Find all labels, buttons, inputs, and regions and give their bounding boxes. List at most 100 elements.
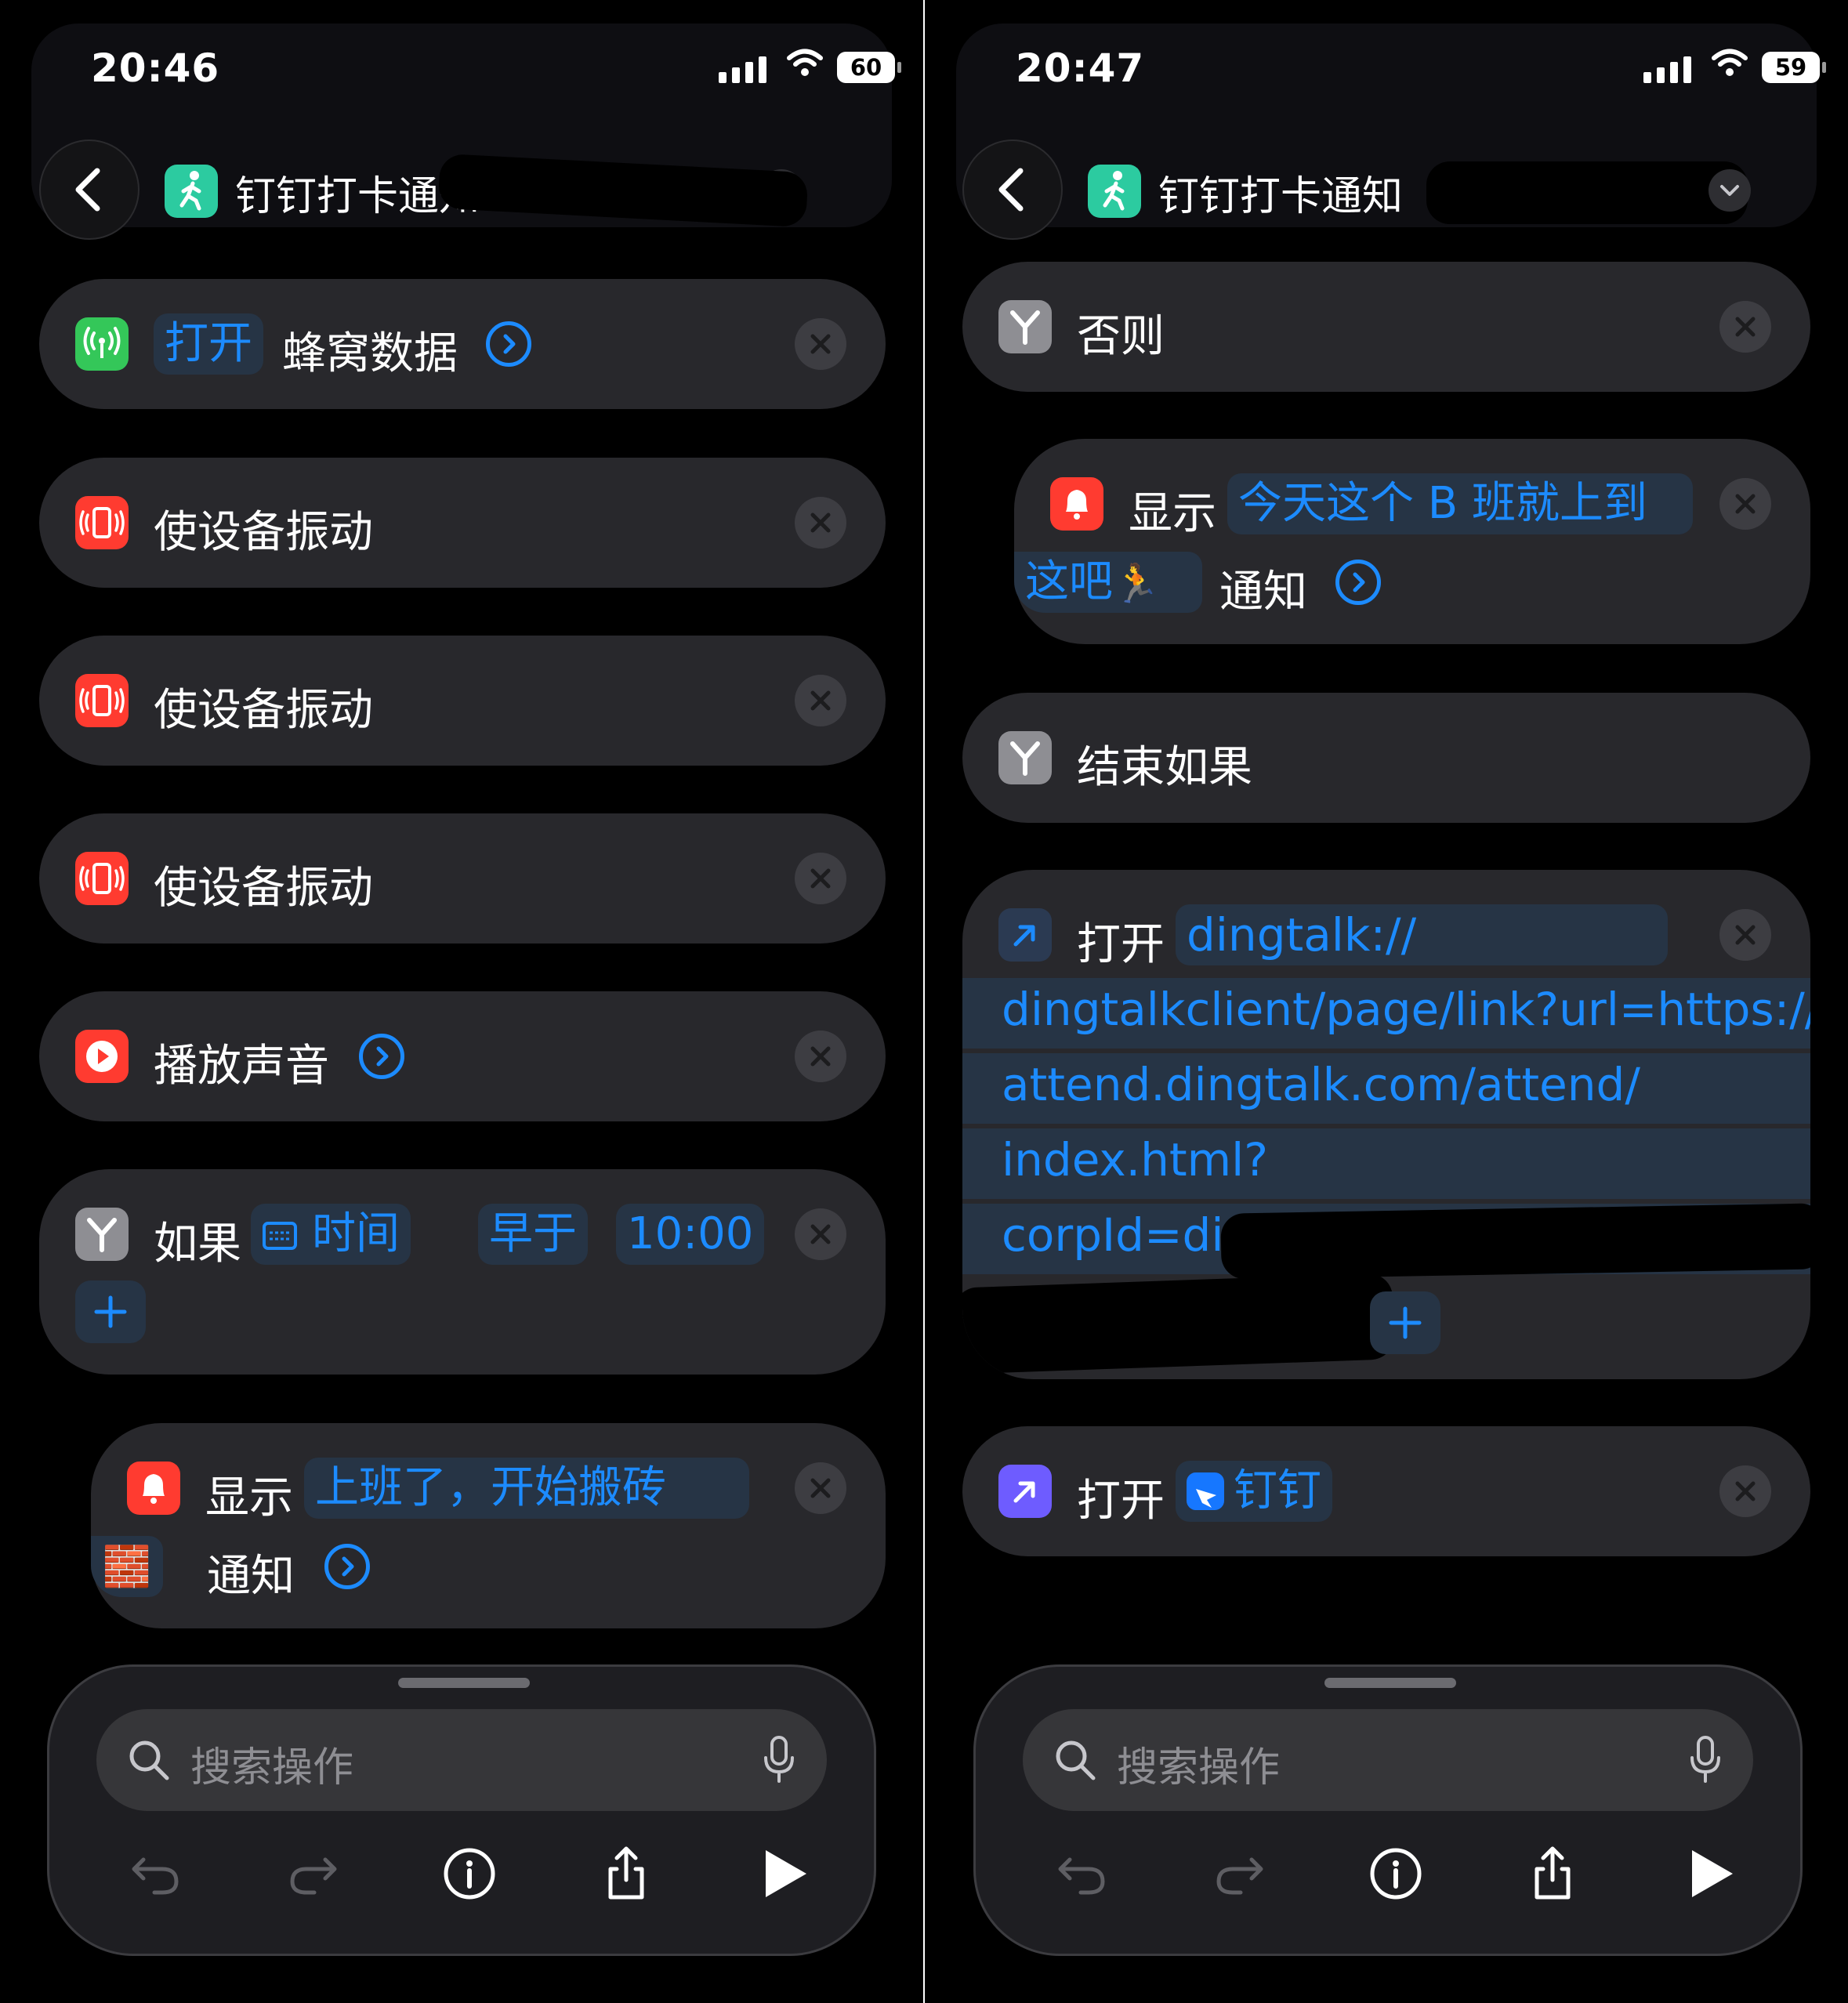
search-placeholder: 搜索操作 xyxy=(1117,1744,1281,1791)
notification-suffix-label: 通知 xyxy=(1219,567,1307,618)
battery-indicator: 60 xyxy=(837,52,901,83)
left-screenshot: 20:46 60 钉钉打卡通知 打开 蜂窝数据 使设备振动 使设备振动 使设备振… xyxy=(0,0,923,2003)
close-x-icon[interactable] xyxy=(1719,301,1771,353)
close-x-icon[interactable] xyxy=(1719,478,1771,530)
action-card-vibrate[interactable]: 使设备振动 xyxy=(39,813,886,944)
action-card-open-app[interactable]: 打开 钉钉 xyxy=(962,1426,1810,1556)
action-card-show-notification[interactable]: 显示 今天这个 B 班就上到 这吧🏃 通知 xyxy=(1014,439,1810,644)
action-card-cellular[interactable]: 打开 蜂窝数据 xyxy=(39,279,886,409)
close-x-icon[interactable] xyxy=(795,853,846,904)
microphone-icon[interactable] xyxy=(759,1733,799,1787)
show-label: 显示 xyxy=(205,1472,293,1523)
vibrate-phone-icon xyxy=(75,674,129,727)
status-bar: 20:46 60 xyxy=(0,31,923,102)
shortcut-title[interactable]: 钉钉打卡通知 xyxy=(1158,163,1403,222)
microphone-icon[interactable] xyxy=(1686,1733,1725,1787)
cellular-signal-icon xyxy=(719,56,766,83)
close-x-icon[interactable] xyxy=(795,497,846,549)
notification-message-token-cont[interactable]: 这吧🏃 xyxy=(1014,552,1202,613)
value-token[interactable]: 10:00 xyxy=(616,1204,765,1265)
status-bar: 20:47 59 xyxy=(925,31,1848,102)
info-icon[interactable] xyxy=(438,1842,501,1905)
close-x-icon[interactable] xyxy=(795,675,846,726)
action-card-vibrate[interactable]: 使设备振动 xyxy=(39,636,886,766)
nav-bar: 钉钉打卡通知 xyxy=(0,139,923,241)
play-sound-label: 播放声音 xyxy=(154,1041,329,1092)
run-play-icon[interactable] xyxy=(1678,1842,1741,1905)
search-field[interactable]: 搜索操作 xyxy=(96,1709,827,1811)
share-icon[interactable] xyxy=(1521,1842,1584,1905)
play-icon xyxy=(75,1030,129,1083)
calendar-icon xyxy=(263,1222,297,1250)
circle-chevron-right-icon[interactable] xyxy=(486,321,531,367)
url-line: index.html? xyxy=(1002,1133,1269,1186)
undo-icon[interactable] xyxy=(1051,1842,1114,1905)
vibrate-label: 使设备振动 xyxy=(154,507,373,558)
walking-person-icon xyxy=(165,165,218,218)
walking-person-icon xyxy=(1088,165,1141,218)
close-x-icon[interactable] xyxy=(795,318,846,370)
plus-icon[interactable] xyxy=(1370,1291,1440,1354)
time-variable-label: 时间 xyxy=(312,1208,400,1259)
action-card-open-url[interactable]: 打开 dingtalk:// dingtalkclient/page/link?… xyxy=(962,870,1810,1379)
plus-icon[interactable] xyxy=(75,1280,146,1343)
chevron-down-icon[interactable] xyxy=(1708,169,1751,212)
time-variable-token[interactable]: 时间 xyxy=(251,1204,411,1265)
bell-icon xyxy=(127,1462,180,1515)
circle-chevron-right-icon[interactable] xyxy=(324,1544,370,1589)
redaction-scribble xyxy=(962,1273,1395,1375)
action-card-play-sound[interactable]: 播放声音 xyxy=(39,991,886,1121)
search-icon xyxy=(129,1740,169,1780)
grabber-handle[interactable] xyxy=(398,1678,530,1688)
condition-token[interactable]: 早于 xyxy=(478,1204,588,1265)
notification-message-line2: 这吧 xyxy=(1025,556,1113,607)
info-icon[interactable] xyxy=(1364,1842,1427,1905)
nav-bar: 钉钉打卡通知 xyxy=(925,139,1848,241)
url-band[interactable]: attend.dingtalk.com/attend/ xyxy=(962,1053,1810,1124)
back-chevron-icon xyxy=(75,168,100,212)
back-button[interactable] xyxy=(962,139,1063,240)
grabber-handle[interactable] xyxy=(1324,1678,1456,1688)
circle-chevron-right-icon[interactable] xyxy=(359,1034,404,1079)
wifi-icon xyxy=(787,49,823,76)
notification-message-token[interactable]: 今天这个 B 班就上到 xyxy=(1227,473,1693,534)
url-band[interactable]: dingtalkclient/page/link?url=https:// xyxy=(962,978,1810,1049)
redaction-scribble xyxy=(1220,1203,1810,1280)
status-time: 20:47 xyxy=(1016,45,1145,91)
action-card-otherwise[interactable]: 否则 xyxy=(962,262,1810,392)
notification-suffix-label: 通知 xyxy=(207,1551,295,1602)
close-x-icon[interactable] xyxy=(1719,1465,1771,1517)
action-card-end-if[interactable]: 结束如果 xyxy=(962,693,1810,823)
redo-icon[interactable] xyxy=(281,1842,344,1905)
notification-message-token[interactable]: 上班了，开始搬砖 xyxy=(304,1458,749,1519)
close-x-icon[interactable] xyxy=(795,1030,846,1082)
vibrate-phone-icon xyxy=(75,852,129,905)
share-icon[interactable] xyxy=(595,1842,658,1905)
redo-icon[interactable] xyxy=(1208,1842,1270,1905)
run-play-icon[interactable] xyxy=(752,1842,814,1905)
back-button[interactable] xyxy=(39,139,140,240)
redaction-scribble xyxy=(1426,161,1748,224)
vibrate-label: 使设备振动 xyxy=(154,863,373,914)
close-x-icon[interactable] xyxy=(1719,909,1771,961)
close-x-icon[interactable] xyxy=(795,1208,846,1260)
action-card-vibrate[interactable]: 使设备振动 xyxy=(39,458,886,588)
close-x-icon[interactable] xyxy=(795,1462,846,1514)
action-search-panel: 搜索操作 xyxy=(47,1664,876,1956)
arrow-up-right-icon xyxy=(998,1465,1052,1518)
undo-icon[interactable] xyxy=(125,1842,187,1905)
search-field[interactable]: 搜索操作 xyxy=(1023,1709,1753,1811)
vibrate-label: 使设备振动 xyxy=(154,685,373,736)
dingtalk-logo-icon xyxy=(1187,1472,1224,1510)
url-token-line1[interactable]: dingtalk:// xyxy=(1176,904,1668,965)
cellular-data-label: 蜂窝数据 xyxy=(282,328,458,379)
branch-y-icon xyxy=(998,300,1052,353)
url-line: attend.dingtalk.com/attend/ xyxy=(1002,1058,1640,1111)
action-card-show-notification[interactable]: 显示 上班了，开始搬砖 🧱 通知 xyxy=(91,1423,886,1628)
arrow-up-right-icon xyxy=(998,908,1052,962)
action-card-if[interactable]: 如果 时间 早于 10:00 xyxy=(39,1169,886,1375)
circle-chevron-right-icon[interactable] xyxy=(1335,560,1381,605)
app-token[interactable]: 钉钉 xyxy=(1176,1461,1332,1522)
url-band[interactable]: index.html? xyxy=(962,1128,1810,1199)
open-token[interactable]: 打开 xyxy=(154,313,263,375)
